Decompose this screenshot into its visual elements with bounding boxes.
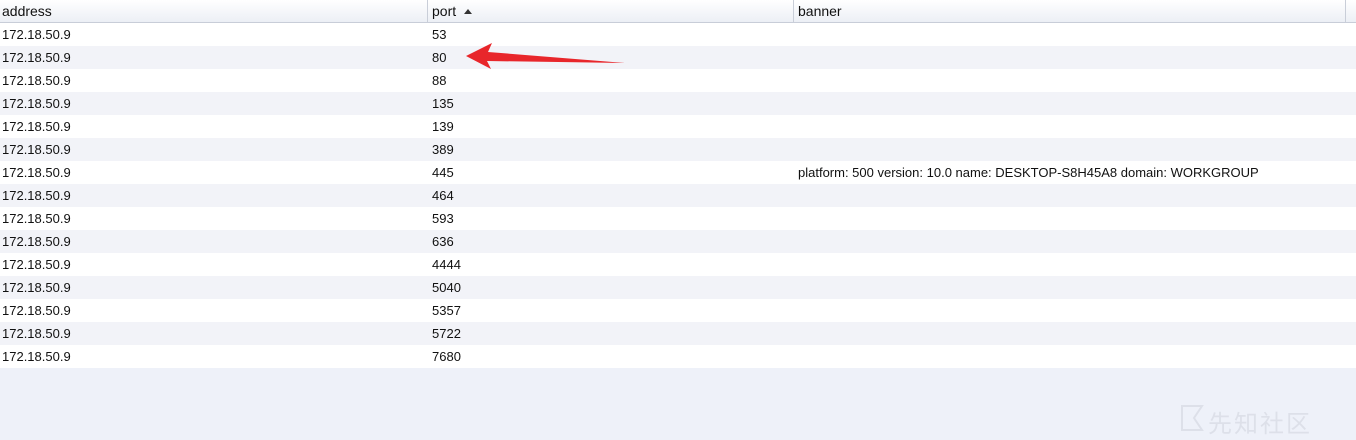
- watermark: 先知社区: [1178, 400, 1348, 438]
- cell-port: 135: [432, 96, 454, 111]
- cell-address: 172.18.50.9: [2, 73, 71, 88]
- table-row[interactable]: 172.18.50.9 636: [0, 230, 1356, 253]
- table-row[interactable]: 172.18.50.9 53: [0, 23, 1356, 46]
- table-row[interactable]: 172.18.50.9 445 platform: 500 version: 1…: [0, 161, 1356, 184]
- cell-banner: platform: 500 version: 10.0 name: DESKTO…: [798, 165, 1259, 180]
- cell-address: 172.18.50.9: [2, 27, 71, 42]
- sort-ascending-icon: [464, 9, 473, 14]
- cell-address: 172.18.50.9: [2, 280, 71, 295]
- table-row[interactable]: 172.18.50.9 464: [0, 184, 1356, 207]
- cell-address: 172.18.50.9: [2, 326, 71, 341]
- cell-port: 5040: [432, 280, 461, 295]
- column-header-banner-label: banner: [798, 3, 842, 19]
- cell-port: 139: [432, 119, 454, 134]
- table-row[interactable]: 172.18.50.9 5040: [0, 276, 1356, 299]
- table-row[interactable]: 172.18.50.9 593: [0, 207, 1356, 230]
- cell-port: 593: [432, 211, 454, 226]
- table-row[interactable]: 172.18.50.9 5357: [0, 299, 1356, 322]
- table-row[interactable]: 172.18.50.9 4444: [0, 253, 1356, 276]
- cell-port: 4444: [432, 257, 461, 272]
- column-header-overflow[interactable]: [1346, 0, 1356, 22]
- red-arrow-icon: [466, 43, 625, 69]
- cell-port: 464: [432, 188, 454, 203]
- table-row[interactable]: 172.18.50.9 139: [0, 115, 1356, 138]
- table-header: address port banner: [0, 0, 1356, 23]
- cell-address: 172.18.50.9: [2, 119, 71, 134]
- table-row[interactable]: 172.18.50.9 7680: [0, 345, 1356, 368]
- results-table: address port banner 172.18.50.9 53 172.1…: [0, 0, 1356, 368]
- table-row[interactable]: 172.18.50.9 389: [0, 138, 1356, 161]
- cell-address: 172.18.50.9: [2, 303, 71, 318]
- column-header-address[interactable]: address: [0, 0, 428, 22]
- table-body: 172.18.50.9 53 172.18.50.9 80 172.18.50.…: [0, 23, 1356, 368]
- table-row[interactable]: 172.18.50.9 88: [0, 69, 1356, 92]
- cell-port: 445: [432, 165, 454, 180]
- cell-port: 5722: [432, 326, 461, 341]
- table-row[interactable]: 172.18.50.9 135: [0, 92, 1356, 115]
- column-header-address-label: address: [2, 3, 52, 19]
- cell-address: 172.18.50.9: [2, 349, 71, 364]
- cell-address: 172.18.50.9: [2, 142, 71, 157]
- cell-address: 172.18.50.9: [2, 96, 71, 111]
- column-header-port[interactable]: port: [428, 0, 794, 22]
- red-arrow-shape: [466, 43, 625, 69]
- cell-address: 172.18.50.9: [2, 211, 71, 226]
- table-row[interactable]: 172.18.50.9 80: [0, 46, 1356, 69]
- cell-port: 7680: [432, 349, 461, 364]
- table-row[interactable]: 172.18.50.9 5722: [0, 322, 1356, 345]
- watermark-text: 先知社区: [1208, 410, 1312, 438]
- cell-port: 636: [432, 234, 454, 249]
- cell-address: 172.18.50.9: [2, 188, 71, 203]
- cell-port: 5357: [432, 303, 461, 318]
- cell-port: 88: [432, 73, 447, 88]
- cell-port: 389: [432, 142, 454, 157]
- cell-port: 80: [432, 50, 447, 65]
- cell-address: 172.18.50.9: [2, 165, 71, 180]
- cell-port: 53: [432, 27, 447, 42]
- column-header-port-label: port: [432, 3, 457, 19]
- cell-address: 172.18.50.9: [2, 234, 71, 249]
- watermark-logo-icon: [1181, 405, 1204, 431]
- cell-address: 172.18.50.9: [2, 50, 71, 65]
- column-header-banner[interactable]: banner: [794, 0, 1346, 22]
- cell-address: 172.18.50.9: [2, 257, 71, 272]
